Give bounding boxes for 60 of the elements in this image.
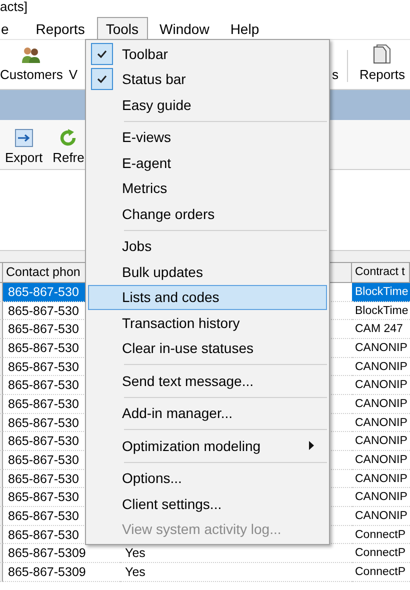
table-cell: ConnectP	[355, 566, 406, 578]
refresh-icon	[59, 129, 78, 147]
table-cell: CANONIP	[355, 491, 408, 504]
table-cell: Yes	[125, 564, 146, 579]
table-cell: 865-867-5309	[8, 546, 86, 560]
table-cell: 865-867-530	[8, 472, 79, 486]
export-button[interactable]: Export	[3, 129, 45, 165]
table-cell: 865-867-530	[8, 285, 79, 299]
menu-item[interactable]: E-views	[88, 124, 327, 150]
table-cell: 865-867-530	[8, 490, 79, 504]
table-cell: 865-867-5309	[8, 564, 86, 579]
table-cell: ConnectP	[355, 528, 406, 541]
table-cell: 865-867-530	[8, 340, 79, 355]
table-row[interactable]: 865-867-5309 Yes ConnectP	[0, 562, 410, 582]
table-cell: CANONIP	[355, 342, 408, 354]
toolbar-button[interactable]: Reports	[357, 44, 407, 82]
table-cell: CANONIP	[355, 379, 408, 392]
menu-item[interactable]: Window	[150, 17, 218, 40]
table-cell: 865-867-530	[8, 304, 79, 318]
table-cell: CANONIP	[355, 472, 408, 485]
window-title: acts]	[0, 0, 28, 14]
table-cell: CANONIP	[355, 435, 408, 448]
menu-item[interactable]: Add-in manager...	[88, 400, 327, 426]
menu-item[interactable]: Lists and codes	[88, 284, 327, 310]
table-cell: 865-867-530	[8, 416, 79, 430]
table-cell: BlockTime	[355, 286, 408, 298]
table-cell: BlockTime	[355, 304, 408, 317]
table-cell: CAM 247	[355, 323, 403, 336]
table-cell: CANONIP	[355, 416, 408, 429]
refresh-button[interactable]: Refre	[50, 129, 86, 165]
menu-item[interactable]: e	[0, 17, 18, 40]
menu-item[interactable]: Reports	[26, 17, 94, 40]
table-cell: Yes	[125, 546, 146, 560]
menu-item[interactable]: Status bar	[88, 66, 327, 92]
table-cell: ConnectP	[355, 547, 406, 560]
menu-item[interactable]: Jobs	[88, 234, 327, 259]
table-cell: 865-867-530	[8, 360, 79, 374]
table-cell: CANONIP	[355, 454, 408, 466]
toolbar-button[interactable]: Customers	[0, 46, 65, 82]
menu-item[interactable]: Help	[221, 17, 268, 40]
menu-item[interactable]: E-agent	[88, 150, 327, 176]
menu-item[interactable]: Tools	[96, 17, 148, 40]
menu-item[interactable]: Change orders	[88, 201, 327, 226]
table-cell: 865-867-530	[8, 396, 79, 411]
table-cell: 865-867-530	[8, 452, 79, 467]
table-cell: 865-867-530	[8, 322, 79, 336]
table-cell: CANONIP	[355, 398, 408, 410]
menu-item[interactable]: Toolbar	[88, 41, 327, 66]
toolbar-label[interactable]: s	[332, 67, 338, 82]
table-cell: 865-867-530	[8, 378, 79, 392]
table-cell: 865-867-530	[8, 508, 79, 523]
export-icon	[14, 129, 33, 147]
menu-item[interactable]: Metrics	[88, 176, 327, 201]
toolbar-label[interactable]: V	[68, 67, 78, 82]
table-cell: CANONIP	[355, 360, 408, 373]
table-cell: 865-867-530	[8, 528, 79, 542]
document-icon	[373, 44, 392, 64]
table-cell: 865-867-530	[8, 434, 79, 448]
table-cell: CANONIP	[355, 510, 408, 522]
people-icon	[21, 46, 42, 64]
